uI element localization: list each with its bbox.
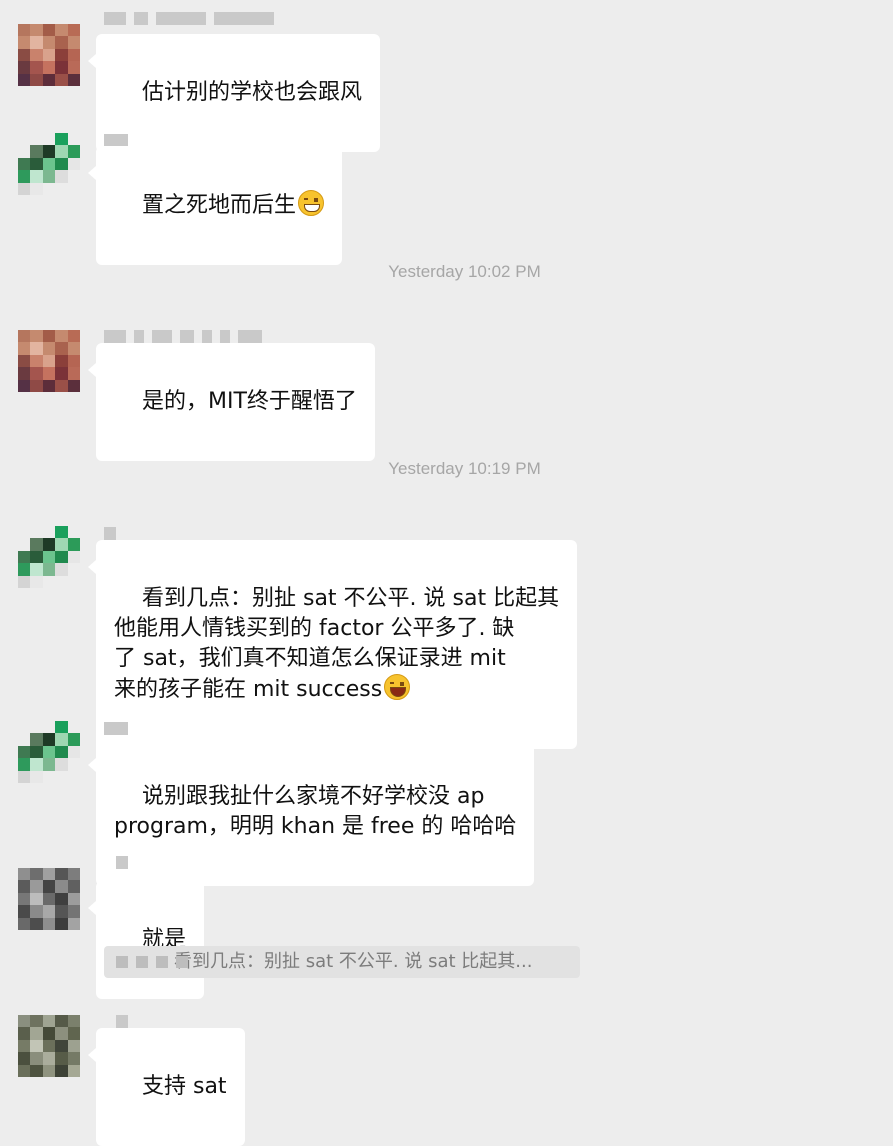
rolling-laughing-emoji <box>384 674 411 700</box>
avatar[interactable] <box>18 721 80 783</box>
sender-name-blurred <box>104 527 116 540</box>
quoted-sender-blurred <box>116 956 188 968</box>
message-text: 估计别的学校也会跟风 <box>141 80 362 105</box>
message-bubble[interactable]: 估计别的学校也会跟风 <box>88 34 380 152</box>
sender-name-blurred <box>116 1015 128 1028</box>
avatar[interactable] <box>18 868 80 930</box>
message-text: 说别跟我扯什么家境不好学校没 ap program，明明 khan 是 free… <box>114 784 517 839</box>
avatar[interactable] <box>18 1015 80 1077</box>
avatar[interactable] <box>18 330 80 392</box>
message-text: 看到几点：别扯 sat 不公平. 说 sat 比起其 他能用人情钱买到的 fac… <box>114 586 560 702</box>
timestamp: Yesterday 10:02 PM <box>388 262 541 281</box>
message-text: 支持 sat <box>141 1074 227 1099</box>
timestamp: Yesterday 10:19 PM <box>388 459 541 478</box>
quoted-message[interactable]: 看到几点：别扯 sat 不公平. 说 sat 比起其... <box>104 946 580 978</box>
message-bubble[interactable]: 置之死地而后生 <box>88 146 342 265</box>
sender-name-blurred <box>104 330 262 343</box>
avatar[interactable] <box>18 133 80 195</box>
avatar[interactable] <box>18 526 80 588</box>
message-bubble[interactable]: 说别跟我扯什么家境不好学校没 ap program，明明 khan 是 free… <box>87 738 535 886</box>
avatar[interactable] <box>18 24 80 86</box>
quoted-text: 看到几点：别扯 sat 不公平. 说 sat 比起其... <box>174 951 533 972</box>
message-text: 是的，MIT终于醒悟了 <box>141 389 357 414</box>
message-bubble[interactable]: 看到几点：别扯 sat 不公平. 说 sat 比起其 他能用人情钱买到的 fac… <box>87 540 578 749</box>
sender-name-blurred <box>104 12 274 25</box>
message-text: 置之死地而后生 <box>141 193 296 218</box>
grinning-face-emoji <box>298 190 324 216</box>
message-bubble[interactable]: 就是 <box>88 881 204 999</box>
sender-name-blurred <box>116 856 128 869</box>
message-bubble[interactable]: 支持 sat <box>88 1028 245 1146</box>
message-bubble[interactable]: 是的，MIT终于醒悟了 <box>88 343 375 461</box>
chat-area: 估计别的学校也会跟风 置之死地而后生 Yesterday 10:02 PM 是的… <box>0 0 893 1146</box>
sender-name-blurred <box>104 722 128 735</box>
